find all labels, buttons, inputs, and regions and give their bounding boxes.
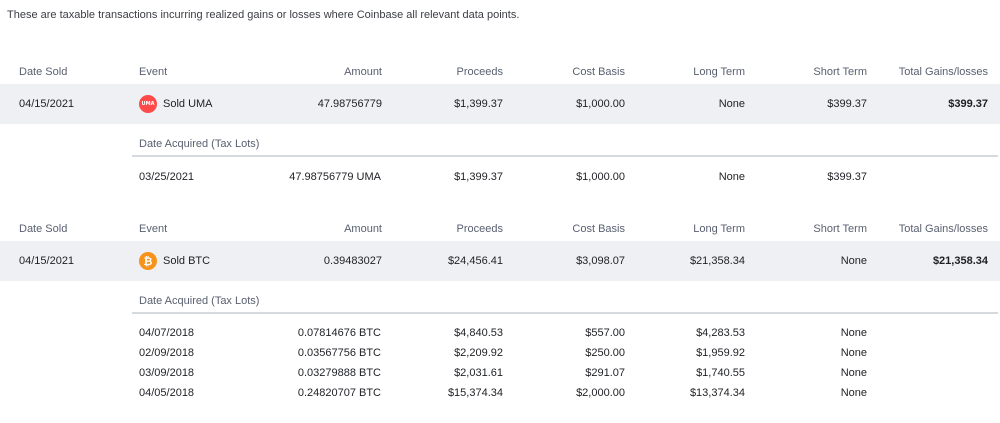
transaction-row[interactable]: 04/15/2021 ₿ Sold BTC 0.39483027 $24,456… bbox=[0, 241, 1000, 281]
total-gains: $399.37 bbox=[948, 98, 988, 110]
tax-lot-row: 02/09/2018 0.03567756 BTC $2,209.92 $250… bbox=[0, 343, 1000, 363]
event-cell: UMA Sold UMA bbox=[139, 84, 213, 124]
lot-long-term: $1,959.92 bbox=[696, 347, 745, 359]
lot-amount: 0.03279888 BTC bbox=[297, 367, 381, 379]
date-sold: 04/15/2021 bbox=[19, 255, 75, 267]
lot-date: 04/07/2018 bbox=[139, 327, 195, 339]
lot-short-term: None bbox=[840, 327, 867, 339]
cost-basis: $3,098.07 bbox=[576, 255, 625, 267]
uma-coin-icon: UMA bbox=[139, 95, 157, 113]
lot-date: 03/09/2018 bbox=[139, 367, 195, 379]
lot-short-term: $399.37 bbox=[827, 171, 867, 183]
date-sold: 04/15/2021 bbox=[19, 98, 75, 110]
header-total-gains: Total Gains/losses bbox=[898, 66, 988, 78]
transaction-row[interactable]: 04/15/2021 UMA Sold UMA 47.98756779 $1,3… bbox=[0, 84, 1000, 124]
tax-lots-divider bbox=[132, 312, 998, 314]
lot-date: 03/25/2021 bbox=[139, 171, 195, 183]
header-date-sold: Date Sold bbox=[19, 66, 68, 78]
header-event: Event bbox=[139, 66, 168, 78]
tax-lots-title: Date Acquired (Tax Lots) bbox=[139, 138, 260, 150]
header-proceeds: Proceeds bbox=[456, 66, 503, 78]
lot-proceeds: $15,374.34 bbox=[447, 387, 503, 399]
intro-text: These are taxable transactions incurring… bbox=[7, 9, 520, 21]
tax-lot-row: 04/07/2018 0.07814676 BTC $4,840.53 $557… bbox=[0, 323, 1000, 343]
event-label: Sold BTC bbox=[163, 255, 211, 267]
short-term: $399.37 bbox=[827, 98, 867, 110]
table-header: Date Sold Event Amount Proceeds Cost Bas… bbox=[0, 219, 1000, 239]
header-cost-basis: Cost Basis bbox=[572, 66, 625, 78]
lot-amount: 0.07814676 BTC bbox=[297, 327, 381, 339]
tax-lots-divider bbox=[132, 155, 998, 157]
event-label: Sold UMA bbox=[163, 98, 213, 110]
tax-lot-row: 03/09/2018 0.03279888 BTC $2,031.61 $291… bbox=[0, 363, 1000, 383]
header-long-term: Long Term bbox=[693, 223, 745, 235]
table-header: Date Sold Event Amount Proceeds Cost Bas… bbox=[0, 62, 1000, 82]
header-short-term: Short Term bbox=[813, 223, 867, 235]
short-term: None bbox=[840, 255, 867, 267]
header-date-sold: Date Sold bbox=[19, 223, 68, 235]
lot-long-term: $1,740.55 bbox=[696, 367, 745, 379]
lot-cost-basis: $1,000.00 bbox=[576, 171, 625, 183]
long-term: $21,358.34 bbox=[689, 255, 745, 267]
cost-basis: $1,000.00 bbox=[576, 98, 625, 110]
total-gains: $21,358.34 bbox=[932, 255, 988, 267]
lot-cost-basis: $2,000.00 bbox=[576, 387, 625, 399]
header-long-term: Long Term bbox=[693, 66, 745, 78]
lot-short-term: None bbox=[840, 367, 867, 379]
header-proceeds: Proceeds bbox=[456, 223, 503, 235]
header-total-gains: Total Gains/losses bbox=[898, 223, 988, 235]
header-cost-basis: Cost Basis bbox=[572, 223, 625, 235]
lot-amount: 47.98756779 UMA bbox=[289, 171, 381, 183]
lot-cost-basis: $250.00 bbox=[585, 347, 625, 359]
lot-amount: 0.03567756 BTC bbox=[297, 347, 381, 359]
lot-proceeds: $4,840.53 bbox=[454, 327, 503, 339]
tax-lots-title: Date Acquired (Tax Lots) bbox=[139, 295, 260, 307]
lot-cost-basis: $291.07 bbox=[585, 367, 625, 379]
amount: 47.98756779 bbox=[317, 98, 382, 110]
lot-amount: 0.24820707 BTC bbox=[297, 387, 381, 399]
tax-lot-row: 04/05/2018 0.24820707 BTC $15,374.34 $2,… bbox=[0, 383, 1000, 403]
lot-long-term: None bbox=[718, 171, 745, 183]
tax-lot-row: 03/25/2021 47.98756779 UMA $1,399.37 $1,… bbox=[0, 167, 1000, 187]
lot-proceeds: $2,209.92 bbox=[454, 347, 503, 359]
lot-long-term: $4,283.53 bbox=[696, 327, 745, 339]
lot-cost-basis: $557.00 bbox=[585, 327, 625, 339]
long-term: None bbox=[718, 98, 745, 110]
header-short-term: Short Term bbox=[813, 66, 867, 78]
lot-proceeds: $2,031.61 bbox=[454, 367, 503, 379]
lot-short-term: None bbox=[840, 347, 867, 359]
btc-coin-icon: ₿ bbox=[139, 252, 157, 270]
header-amount: Amount bbox=[344, 223, 382, 235]
lot-long-term: $13,374.34 bbox=[689, 387, 745, 399]
header-event: Event bbox=[139, 223, 168, 235]
proceeds: $24,456.41 bbox=[447, 255, 503, 267]
lot-proceeds: $1,399.37 bbox=[454, 171, 503, 183]
header-amount: Amount bbox=[344, 66, 382, 78]
lot-date: 04/05/2018 bbox=[139, 387, 195, 399]
amount: 0.39483027 bbox=[323, 255, 382, 267]
proceeds: $1,399.37 bbox=[454, 98, 503, 110]
lot-date: 02/09/2018 bbox=[139, 347, 195, 359]
event-cell: ₿ Sold BTC bbox=[139, 241, 210, 281]
lot-short-term: None bbox=[840, 387, 867, 399]
